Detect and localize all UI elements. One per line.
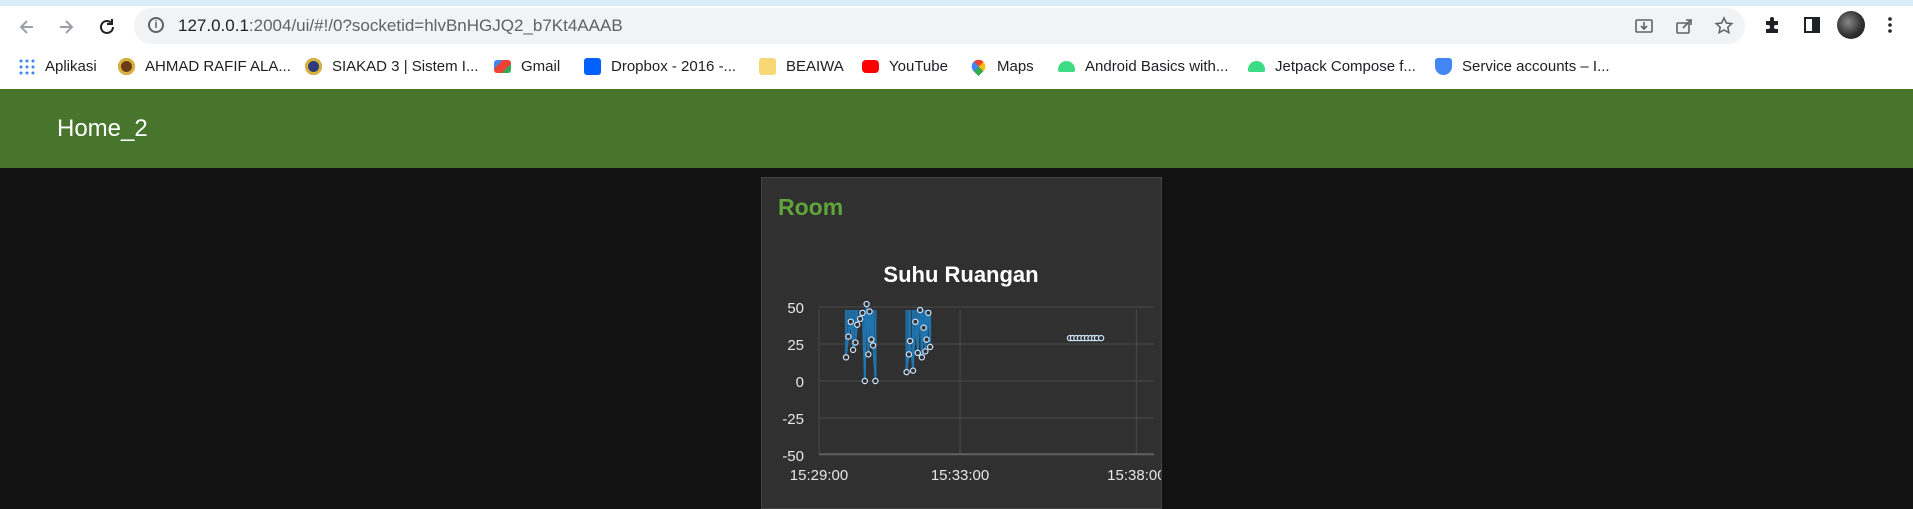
- bookmark-label: Dropbox - 2016 -...: [611, 57, 737, 75]
- bookmarks-bar: Aplikasi AHMAD RAFIF ALA... SIAKAD 3 | Sis…: [0, 52, 1913, 80]
- data-point: [922, 348, 929, 355]
- bookmark-item[interactable]: Aplikasi: [18, 52, 97, 80]
- y-tick-label: 50: [787, 300, 804, 317]
- x-tick-label: 15:29:00: [790, 467, 848, 484]
- university-seal-icon: [118, 57, 135, 75]
- bookmark-label: Gmail: [521, 57, 561, 75]
- back-arrow-icon[interactable]: [13, 13, 41, 41]
- data-point: [916, 306, 924, 314]
- room-card: Room Suhu Ruangan 50 25 0 -25 -50 15:29:00 15:3…: [761, 177, 1162, 509]
- data-point: [903, 368, 910, 376]
- bookmark-label: Android Basics with...: [1085, 57, 1229, 75]
- data-point: [856, 315, 864, 323]
- data-point: [923, 336, 930, 343]
- data-point: [847, 318, 854, 325]
- bookmark-star-icon[interactable]: [1712, 14, 1736, 38]
- tab-strip-edge: [0, 0, 1913, 6]
- bookmark-item[interactable]: Dropbox - 2016 -...: [584, 52, 736, 80]
- bookmark-label: SIAKAD 3 | Sistem I...: [332, 57, 479, 75]
- bookmark-item[interactable]: YouTube: [862, 52, 948, 80]
- forward-arrow-icon[interactable]: [52, 13, 80, 41]
- address-bar[interactable]: i 127.0.0.1:2004/ui/#!/0?socketid=hlvBnH…: [134, 8, 1745, 44]
- data-point: [872, 377, 879, 385]
- bookmark-item[interactable]: Android Basics with...: [1058, 52, 1228, 80]
- bookmark-item[interactable]: AHMAD RAFIF ALA...: [118, 52, 291, 80]
- android-icon: [1248, 60, 1265, 72]
- data-point: [869, 342, 877, 349]
- install-app-icon[interactable]: [1632, 14, 1656, 38]
- bookmark-label: Jetpack Compose f...: [1275, 57, 1416, 75]
- bookmark-item[interactable]: BEAIWA: [759, 52, 844, 80]
- url-host: 127.0.0.1: [178, 16, 249, 35]
- data-point: [920, 324, 927, 331]
- temperature-chart: Suhu Ruangan 50 25 0 -25 -50 15:29:00 15:33:00 1…: [782, 262, 1161, 484]
- data-point: [865, 351, 872, 358]
- site-info-icon[interactable]: i: [148, 17, 164, 33]
- data-point: [1097, 334, 1105, 342]
- maps-pin-icon: [968, 56, 989, 76]
- data-point: [863, 300, 870, 308]
- data-point: [926, 343, 934, 351]
- dashboard-header: Home_2: [0, 89, 1913, 168]
- bookmark-item[interactable]: SIAKAD 3 | Sistem I...: [305, 52, 478, 80]
- dropbox-icon: [584, 57, 601, 75]
- chart-title: Suhu Ruangan: [883, 262, 1038, 287]
- extensions-puzzle-icon[interactable]: [1759, 12, 1785, 38]
- apps-grid-icon: [18, 57, 35, 75]
- university-seal-icon: [305, 57, 322, 75]
- data-point: [909, 367, 917, 374]
- gmail-icon: [494, 59, 511, 73]
- profile-avatar[interactable]: [1837, 11, 1865, 39]
- data-point: [866, 308, 873, 315]
- browser-chrome: i 127.0.0.1:2004/ui/#!/0?socketid=hlvBnH…: [0, 0, 1913, 89]
- youtube-icon: [862, 59, 879, 73]
- url-path: :2004/ui/#!/0?socketid=hlvBnHGJQ2_b7Kt4A…: [248, 16, 623, 35]
- data-point: [859, 309, 866, 317]
- bookmark-label: BEAIWA: [786, 57, 844, 75]
- y-tick-label: 0: [796, 374, 804, 391]
- data-point: [849, 346, 857, 354]
- data-point: [912, 318, 919, 325]
- bookmark-label: AHMAD RAFIF ALA...: [145, 57, 291, 75]
- page-title: Home_2: [57, 115, 148, 142]
- y-tick-label: -50: [782, 448, 804, 465]
- bookmark-label: Maps: [997, 57, 1034, 75]
- shield-icon: [1435, 57, 1452, 75]
- data-point: [861, 377, 869, 385]
- y-tick-label: 25: [787, 337, 804, 354]
- data-point: [854, 321, 861, 328]
- bookmark-label: Aplikasi: [45, 57, 97, 75]
- side-panel-icon[interactable]: [1799, 12, 1825, 38]
- data-point: [845, 333, 852, 340]
- data-point: [842, 354, 850, 361]
- data-point: [925, 309, 932, 317]
- bookmark-item[interactable]: Maps: [968, 52, 1034, 80]
- x-tick-label: 15:33:00: [931, 467, 989, 484]
- bookmark-label: YouTube: [889, 57, 948, 75]
- share-icon[interactable]: [1672, 14, 1696, 38]
- data-point: [914, 349, 921, 357]
- data-point: [868, 336, 875, 343]
- y-tick-label: -25: [782, 411, 804, 428]
- bookmark-item[interactable]: Jetpack Compose f...: [1248, 52, 1416, 80]
- bookmark-label: Service accounts – I...: [1462, 57, 1610, 75]
- data-point: [906, 337, 914, 345]
- bookmark-item[interactable]: Gmail: [494, 52, 560, 80]
- x-tick-label: 15:38:00: [1107, 467, 1161, 484]
- reload-icon[interactable]: [93, 13, 121, 41]
- bookmark-item[interactable]: Service accounts – I...: [1435, 52, 1610, 80]
- data-point: [852, 339, 859, 346]
- android-icon: [1058, 60, 1075, 72]
- url-text[interactable]: 127.0.0.1:2004/ui/#!/0?socketid=hlvBnHGJ…: [178, 16, 623, 36]
- menu-kebab-icon[interactable]: [1877, 12, 1903, 38]
- folder-icon: [759, 57, 776, 75]
- data-point: [918, 354, 926, 361]
- data-point: [905, 351, 913, 358]
